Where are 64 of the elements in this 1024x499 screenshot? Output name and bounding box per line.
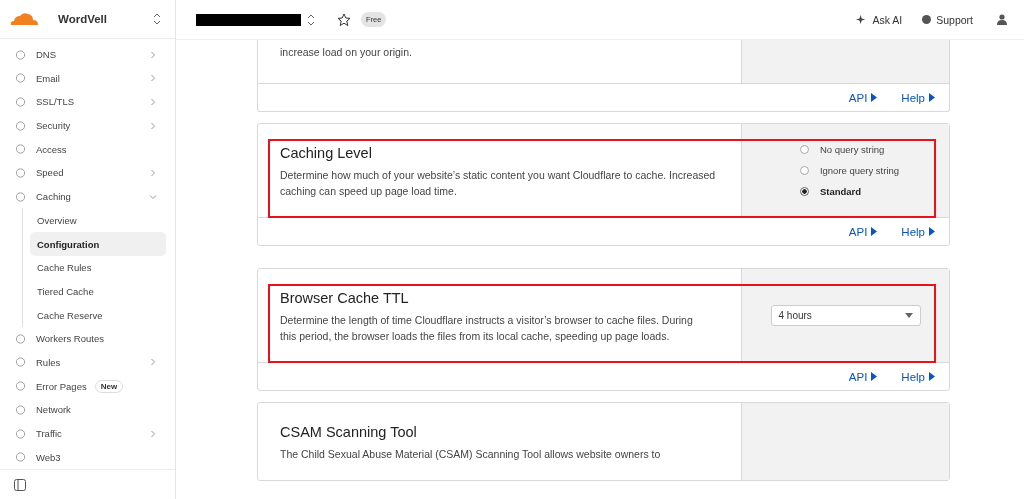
sidebar-item[interactable]: Web3 bbox=[15, 445, 166, 470]
doc-link[interactable]: Help bbox=[901, 91, 935, 104]
help-circle-icon bbox=[922, 15, 932, 24]
sidebar-item[interactable]: SSL/TLS bbox=[15, 90, 166, 114]
caret-down-icon bbox=[904, 313, 913, 318]
sidebar-item[interactable]: Error Pages New bbox=[15, 374, 166, 398]
doc-link[interactable]: API bbox=[848, 225, 878, 238]
up-down-chevron-icon[interactable] bbox=[153, 12, 161, 25]
chevron-down-icon[interactable] bbox=[149, 192, 157, 201]
card-description: Determine the length of time Cloudflare instructs a visitor’s browser to cache files. During this period, the browser loads the files from its local cache, speeding up page loads. bbox=[280, 313, 694, 344]
radio-option[interactable]: Ignore query string bbox=[799, 165, 900, 176]
sidebar-subitem[interactable]: Configuration bbox=[30, 232, 166, 256]
sidebar-item[interactable]: Speed bbox=[15, 161, 166, 185]
up-down-chevron-icon[interactable] bbox=[307, 13, 315, 26]
star-icon[interactable] bbox=[337, 12, 351, 27]
sidebar-toggle-icon[interactable] bbox=[14, 478, 26, 491]
doc-link[interactable]: Help bbox=[901, 225, 935, 238]
sidebar-item[interactable]: Rules bbox=[15, 350, 166, 375]
card-title: Browser Cache TTL bbox=[280, 290, 410, 306]
sidebar-item[interactable]: Access bbox=[15, 137, 166, 162]
radio-button[interactable] bbox=[799, 145, 809, 154]
play-triangle-icon bbox=[871, 93, 878, 102]
chevron-right-icon[interactable] bbox=[149, 50, 157, 59]
chevron-right-icon[interactable] bbox=[149, 121, 157, 130]
chevron-right-icon[interactable] bbox=[149, 168, 157, 177]
chevron-right-icon[interactable] bbox=[149, 358, 157, 367]
support-button[interactable]: Support bbox=[922, 13, 973, 26]
play-triangle-icon bbox=[871, 227, 878, 236]
sidebar-subitem[interactable]: Tiered Cache bbox=[30, 279, 166, 304]
card-description: Determine how much of your website’s static content you want Cloudflare to cache. Increased caching can speed up page load time. bbox=[280, 168, 717, 199]
sidebar-item[interactable]: Traffic bbox=[15, 421, 166, 446]
ask-ai-button[interactable]: Ask AI bbox=[856, 13, 903, 26]
card-description: increase load on your origin. bbox=[280, 45, 413, 60]
account-name[interactable]: WordVell bbox=[58, 12, 153, 25]
radio-button[interactable] bbox=[799, 187, 809, 196]
doc-link[interactable]: API bbox=[848, 91, 878, 104]
chevron-right-icon[interactable] bbox=[149, 429, 157, 438]
play-triangle-icon bbox=[929, 227, 935, 236]
play-triangle-icon bbox=[871, 372, 878, 381]
sidebar-subitem[interactable]: Overview bbox=[30, 208, 166, 233]
user-icon[interactable] bbox=[997, 14, 1007, 25]
doc-link[interactable]: Help bbox=[901, 370, 935, 383]
sidebar-subitem[interactable]: Cache Rules bbox=[30, 255, 166, 280]
sidebar-item[interactable]: Workers Routes bbox=[15, 326, 166, 351]
card-description: The Child Sexual Abuse Material (CSAM) Scanning Tool allows website owners to bbox=[280, 447, 662, 462]
card-title: Caching Level bbox=[280, 145, 373, 161]
sidebar-item[interactable]: Network bbox=[15, 397, 166, 422]
sidebar-item[interactable]: Email bbox=[15, 66, 166, 91]
radio-option[interactable]: No query string bbox=[799, 144, 900, 155]
cloud-logo-icon bbox=[9, 11, 39, 26]
radio-option[interactable]: Standard bbox=[799, 186, 900, 197]
sidebar-item[interactable]: Security bbox=[15, 113, 166, 138]
doc-link[interactable]: API bbox=[848, 370, 878, 383]
sidebar-item[interactable]: Caching bbox=[15, 184, 166, 209]
radio-button[interactable] bbox=[799, 166, 809, 175]
sidebar-subitem[interactable]: Cache Reserve bbox=[30, 303, 166, 327]
play-triangle-icon bbox=[929, 372, 935, 381]
sparkle-icon bbox=[856, 14, 868, 25]
ttl-dropdown[interactable]: 4 hours bbox=[770, 305, 921, 326]
sidebar-item[interactable]: DNS bbox=[15, 42, 166, 67]
play-triangle-icon bbox=[929, 93, 935, 102]
chevron-right-icon[interactable] bbox=[149, 74, 157, 83]
chevron-right-icon[interactable] bbox=[149, 97, 157, 106]
card-title: CSAM Scanning Tool bbox=[280, 424, 418, 440]
